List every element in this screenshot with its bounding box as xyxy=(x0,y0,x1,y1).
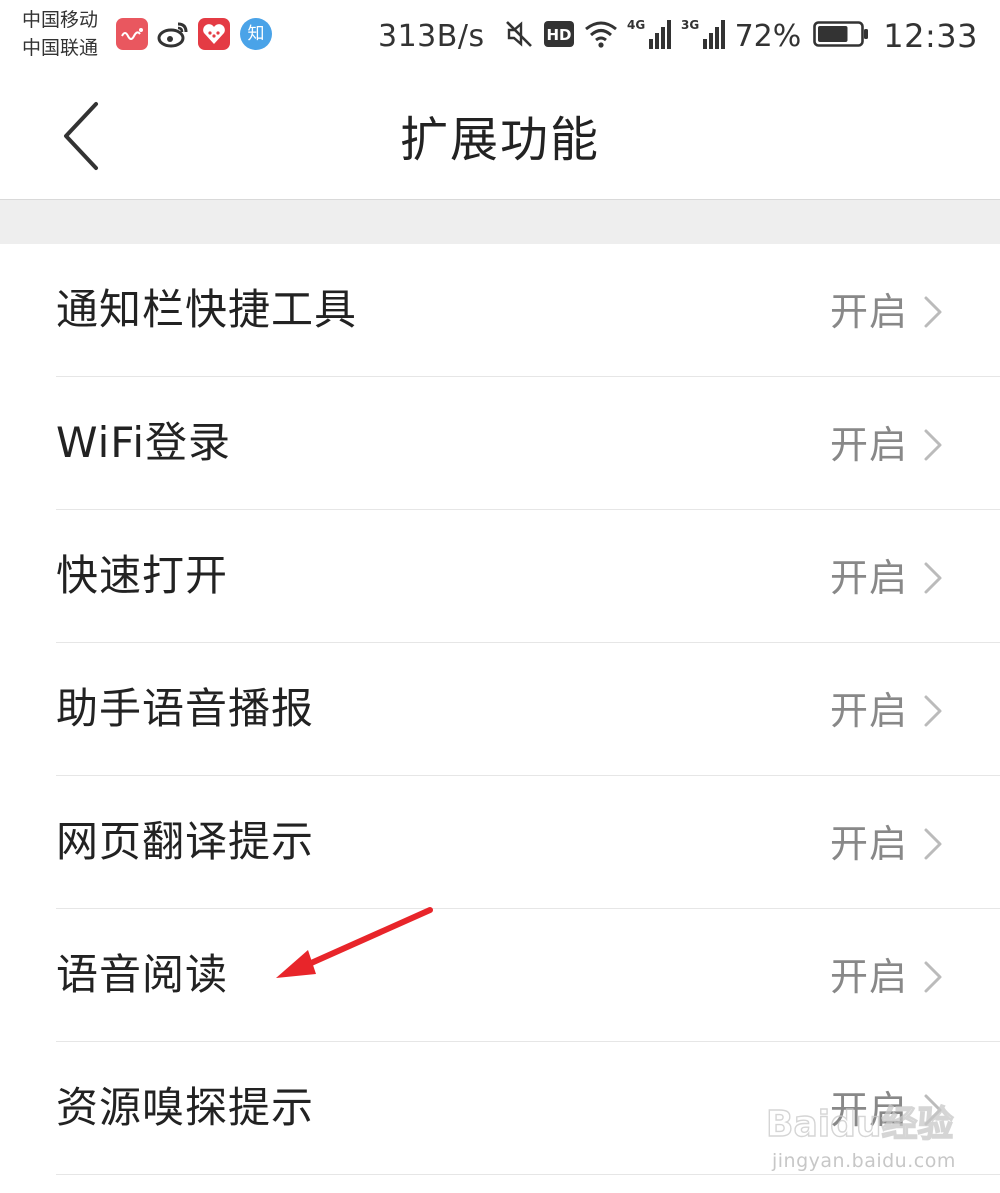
setting-row-quick-open[interactable]: 快速打开 开启 xyxy=(0,510,1000,643)
carrier-1: 中国移动 xyxy=(22,9,99,31)
page-title: 扩展功能 xyxy=(399,112,600,168)
battery-fill xyxy=(818,26,848,42)
setting-value: 开启 xyxy=(829,822,908,866)
chevron-right-icon xyxy=(924,828,942,860)
chevron-right-icon xyxy=(924,695,942,727)
settings-list: 通知栏快捷工具 开启 WiFi登录 开启 快速打开 开启 助手语音播报 开启 网… xyxy=(0,244,1000,1175)
setting-label: 助手语音播报 xyxy=(56,684,315,733)
setting-label: WiFi登录 xyxy=(56,418,232,467)
carrier-2: 中国联通 xyxy=(22,37,99,59)
setting-label: 快速打开 xyxy=(56,551,229,600)
title-bar: 扩展功能 xyxy=(0,72,1000,200)
setting-value: 开启 xyxy=(829,1088,908,1132)
setting-label: 语音阅读 xyxy=(56,950,229,999)
chevron-right-icon xyxy=(924,429,942,461)
weibo-icon xyxy=(156,18,188,50)
status-bar: 中国移动 中国联通 知 313B/s HD 4G 3G 72% 12:33 xyxy=(0,0,1000,72)
net-speed: 313B/s xyxy=(378,18,485,54)
chevron-right-icon xyxy=(924,1094,942,1126)
setting-value: 开启 xyxy=(829,689,908,733)
setting-row-page-translate[interactable]: 网页翻译提示 开启 xyxy=(0,776,1000,909)
wifi-icon xyxy=(583,19,619,53)
zhihu-icon: 知 xyxy=(240,18,272,50)
status-time: 12:33 xyxy=(883,17,978,55)
setting-value: 开启 xyxy=(829,290,908,334)
setting-value: 开启 xyxy=(829,423,908,467)
hd-icon: HD xyxy=(543,19,575,53)
section-gap xyxy=(0,200,1000,244)
network-2-label: 3G xyxy=(681,18,699,32)
carrier-info: 中国移动 中国联通 xyxy=(22,6,98,62)
music-app-icon xyxy=(116,18,148,50)
network-1-label: 4G xyxy=(627,18,645,32)
mute-icon xyxy=(503,18,535,54)
system-status: 313B/s HD 4G 3G 72% 12:33 xyxy=(378,14,978,58)
setting-label: 网页翻译提示 xyxy=(56,817,315,866)
setting-row-wifi-login[interactable]: WiFi登录 开启 xyxy=(0,377,1000,510)
chevron-right-icon xyxy=(924,562,942,594)
setting-label: 通知栏快捷工具 xyxy=(56,285,358,334)
setting-value: 开启 xyxy=(829,556,908,600)
setting-label: 资源嗅探提示 xyxy=(56,1083,315,1132)
setting-row-assistant-voice[interactable]: 助手语音播报 开启 xyxy=(0,643,1000,776)
setting-value: 开启 xyxy=(829,955,908,999)
zhihu-icon-text: 知 xyxy=(247,24,265,44)
battery-percent: 72% xyxy=(734,18,802,54)
setting-row-notification-toolbar[interactable]: 通知栏快捷工具 开启 xyxy=(0,244,1000,377)
chevron-right-icon xyxy=(924,961,942,993)
setting-row-voice-reading[interactable]: 语音阅读 开启 xyxy=(0,909,1000,1042)
pinduoduo-icon xyxy=(198,18,230,50)
setting-row-resource-sniff[interactable]: 资源嗅探提示 开启 xyxy=(0,1042,1000,1175)
hd-badge-text: HD xyxy=(546,26,571,44)
signal-4g-icon: 4G xyxy=(627,17,673,55)
signal-3g-icon: 3G xyxy=(681,17,727,55)
battery-icon xyxy=(813,20,869,52)
chevron-right-icon xyxy=(924,296,942,328)
